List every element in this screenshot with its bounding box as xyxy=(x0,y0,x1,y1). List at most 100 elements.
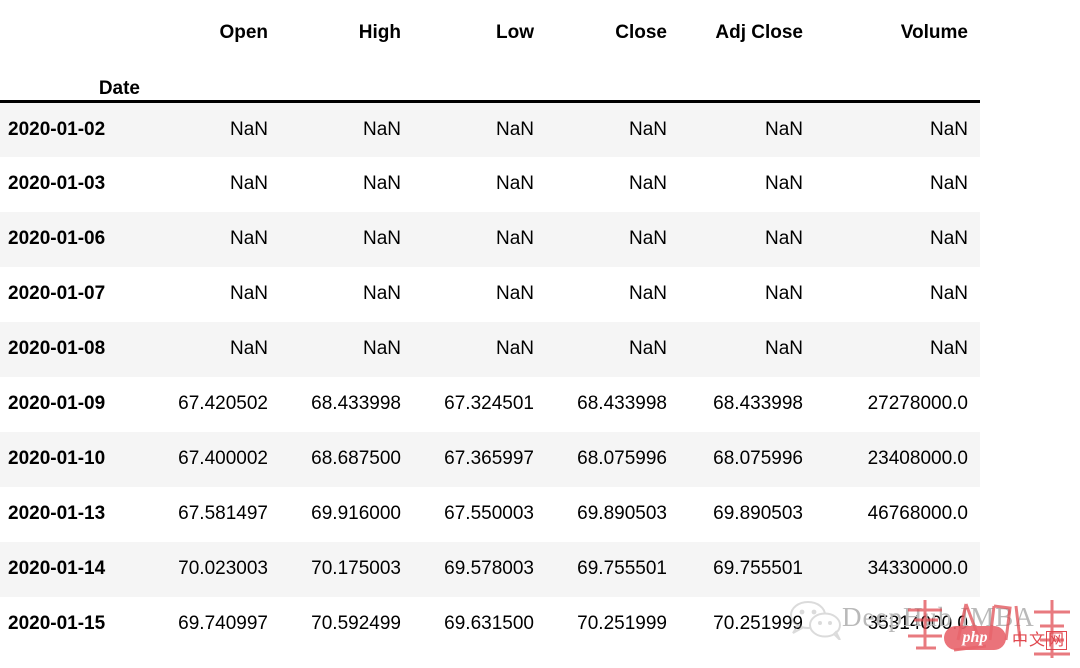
watermark-cn-wang: 网 xyxy=(1046,631,1068,650)
row-index-date: 2020-01-06 xyxy=(0,211,148,267)
cell-adj-close: NaN xyxy=(679,266,815,322)
index-name-row: Date xyxy=(0,44,980,103)
cell-volume: NaN xyxy=(815,211,980,267)
row-index-date: 2020-01-07 xyxy=(0,266,148,322)
table-row: 2020-01-08 NaN NaN NaN NaN NaN NaN xyxy=(0,321,980,377)
watermark-cn-zhongwen: 中文 xyxy=(1012,632,1047,649)
cell-close: 68.433998 xyxy=(546,376,679,432)
cell-open: NaN xyxy=(148,266,280,322)
cell-high: NaN xyxy=(280,266,413,322)
cell-volume: 46768000.0 xyxy=(815,486,980,542)
cell-adj-close: 70.251999 xyxy=(679,596,815,652)
cell-volume: 23408000.0 xyxy=(815,431,980,487)
column-header-high: High xyxy=(358,22,401,43)
column-header-open: Open xyxy=(219,22,268,43)
table-row: 2020-01-03 NaN NaN NaN NaN NaN NaN xyxy=(0,156,980,212)
cell-adj-close: NaN xyxy=(679,156,815,212)
row-index-date: 2020-01-03 xyxy=(0,156,148,212)
cell-low: NaN xyxy=(413,266,546,322)
cell-adj-close: 68.433998 xyxy=(679,376,815,432)
cell-high: NaN xyxy=(280,101,413,157)
cell-open: NaN xyxy=(148,321,280,377)
cell-high: 68.433998 xyxy=(280,376,413,432)
index-name-date: Date xyxy=(0,44,148,103)
cell-open: 67.420502 xyxy=(148,376,280,432)
row-index-date: 2020-01-14 xyxy=(0,541,148,597)
table-body: 2020-01-02 NaN NaN NaN NaN NaN NaN 2020-01-03 Na… xyxy=(0,101,980,652)
cell-open: 69.740997 xyxy=(148,596,280,652)
index-row-blank-2 xyxy=(280,44,413,103)
column-header-low: Low xyxy=(496,22,534,43)
cell-close: 69.890503 xyxy=(546,486,679,542)
row-index-date: 2020-01-09 xyxy=(0,376,148,432)
cell-volume: 27278000.0 xyxy=(815,376,980,432)
cell-adj-close: NaN xyxy=(679,321,815,377)
row-index-date: 2020-01-10 xyxy=(0,431,148,487)
row-index-date: 2020-01-02 xyxy=(0,101,148,157)
cell-adj-close: 69.890503 xyxy=(679,486,815,542)
cell-close: 70.251999 xyxy=(546,596,679,652)
dataframe-table: Open High Low Close Adj Close Volume Dat… xyxy=(0,0,980,652)
cell-low: 67.324501 xyxy=(413,376,546,432)
cell-open: 67.400002 xyxy=(148,431,280,487)
table-row: 2020-01-15 69.740997 70.592499 69.631500 70.… xyxy=(0,596,980,652)
index-row-blank-5 xyxy=(679,44,815,103)
cell-close: 69.755501 xyxy=(546,541,679,597)
row-index-date: 2020-01-13 xyxy=(0,486,148,542)
cell-adj-close: NaN xyxy=(679,211,815,267)
watermark-cn-text: 中文网 xyxy=(1012,626,1068,650)
cell-high: 70.592499 xyxy=(280,596,413,652)
cell-open: 67.581497 xyxy=(148,486,280,542)
cell-adj-close: 68.075996 xyxy=(679,431,815,487)
index-row-blank-6 xyxy=(815,44,980,103)
cell-close: NaN xyxy=(546,101,679,157)
cell-high: 69.916000 xyxy=(280,486,413,542)
cell-close: NaN xyxy=(546,156,679,212)
cell-open: 70.023003 xyxy=(148,541,280,597)
table-header: Open High Low Close Adj Close Volume Dat… xyxy=(0,0,980,103)
cell-low: 69.631500 xyxy=(413,596,546,652)
dataframe-container: Open High Low Close Adj Close Volume Dat… xyxy=(0,0,980,652)
cell-low: NaN xyxy=(413,101,546,157)
index-row-blank-3 xyxy=(413,44,546,103)
cell-low: 67.365997 xyxy=(413,431,546,487)
index-row-blank-1 xyxy=(148,44,280,103)
column-header-adj-close: Adj Close xyxy=(715,22,803,43)
cell-close: NaN xyxy=(546,266,679,322)
cell-volume: NaN xyxy=(815,101,980,157)
cell-adj-close: NaN xyxy=(679,101,815,157)
table-row: 2020-01-02 NaN NaN NaN NaN NaN NaN xyxy=(0,101,980,157)
row-index-date: 2020-01-08 xyxy=(0,321,148,377)
table-row: 2020-01-09 67.420502 68.433998 67.324501 68.… xyxy=(0,376,980,432)
cell-high: 68.687500 xyxy=(280,431,413,487)
cell-close: NaN xyxy=(546,211,679,267)
table-row: 2020-01-14 70.023003 70.175003 69.578003 69.… xyxy=(0,541,980,597)
table-row: 2020-01-10 67.400002 68.687500 67.365997 68.… xyxy=(0,431,980,487)
cell-high: NaN xyxy=(280,321,413,377)
column-header-close: Close xyxy=(615,22,667,43)
index-row-blank-4 xyxy=(546,44,679,103)
row-index-date: 2020-01-15 xyxy=(0,596,148,652)
cell-low: NaN xyxy=(413,156,546,212)
column-header-volume: Volume xyxy=(900,22,968,43)
cell-volume: NaN xyxy=(815,266,980,322)
table-row: 2020-01-06 NaN NaN NaN NaN NaN NaN xyxy=(0,211,980,267)
cell-open: NaN xyxy=(148,156,280,212)
cell-volume: 35314000.0 xyxy=(815,596,980,652)
cell-low: NaN xyxy=(413,321,546,377)
cell-volume: NaN xyxy=(815,321,980,377)
cell-open: NaN xyxy=(148,101,280,157)
cell-open: NaN xyxy=(148,211,280,267)
cell-high: NaN xyxy=(280,156,413,212)
table-row: 2020-01-07 NaN NaN NaN NaN NaN NaN xyxy=(0,266,980,322)
table-row: 2020-01-13 67.581497 69.916000 67.550003 69.… xyxy=(0,486,980,542)
cell-close: NaN xyxy=(546,321,679,377)
cell-volume: NaN xyxy=(815,156,980,212)
cell-low: 67.550003 xyxy=(413,486,546,542)
header-corner-blank xyxy=(0,0,148,44)
cell-low: NaN xyxy=(413,211,546,267)
cell-high: NaN xyxy=(280,211,413,267)
column-header-row: Open High Low Close Adj Close Volume xyxy=(0,0,980,44)
cell-low: 69.578003 xyxy=(413,541,546,597)
cell-volume: 34330000.0 xyxy=(815,541,980,597)
